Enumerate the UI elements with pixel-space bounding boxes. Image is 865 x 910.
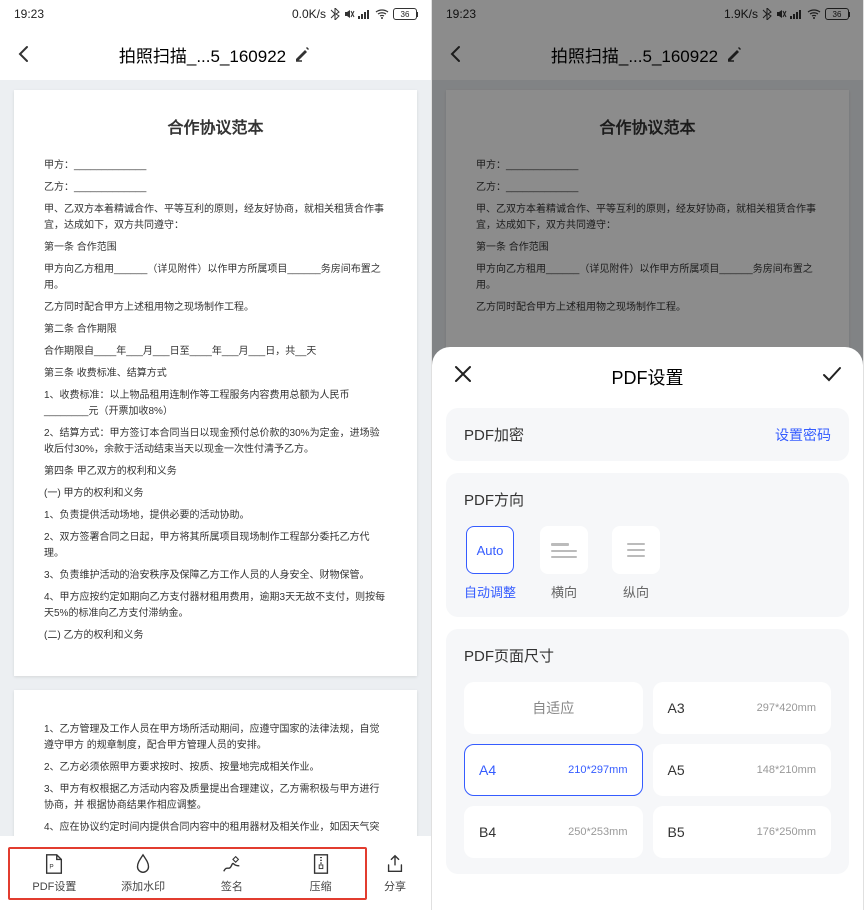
chevron-left-icon: [14, 44, 34, 64]
doc-line: 第三条 收费标准、结算方式: [44, 366, 387, 382]
card-pagesize: PDF页面尺寸 自适应 A3 297*420mm A4 210*297mm A5 148*2…: [446, 629, 849, 874]
orientation-box-icon: Auto: [466, 526, 514, 574]
bottom-bar: P PDF设置 添加水印 签名 压缩 分享: [4, 840, 427, 906]
pagesize-a3[interactable]: A3 297*420mm: [653, 682, 832, 734]
page-title: 拍照扫描_...5_160922: [36, 42, 395, 67]
orientation-option-label: 纵向: [623, 582, 649, 601]
battery-icon: 36: [393, 8, 417, 20]
confirm-button[interactable]: [821, 363, 843, 390]
sign-icon: [221, 853, 243, 875]
doc-page-1: 合作协议范本 甲方：_____________乙方：_____________甲…: [14, 90, 417, 676]
doc-line: 2、乙方必须依照甲方要求按时、按质、按量地完成相关作业。: [44, 760, 387, 776]
status-bar: 19:23 0.0K/s 36: [0, 0, 431, 28]
bb-watermark[interactable]: 添加水印: [99, 853, 188, 894]
pagesize-name: A4: [479, 762, 496, 778]
pagesize-name: A3: [668, 700, 685, 716]
pagesize-dim: 250*253mm: [568, 826, 627, 838]
pagesize-b4[interactable]: B4 250*253mm: [464, 806, 643, 858]
bb-share[interactable]: 分享: [367, 853, 423, 894]
header-bar: 拍照扫描_...5_160922: [0, 28, 431, 80]
pagesize-dim: 210*297mm: [568, 764, 627, 776]
orientation-option-label: 横向: [551, 582, 577, 601]
doc-line: 4、应在协议约定时间内提供合同内容中的租用器材及相关作业，如因天气突变及不可抗力: [44, 820, 387, 836]
orientation-box-icon: [612, 526, 660, 574]
back-button[interactable]: [12, 42, 36, 66]
bb-signature[interactable]: 签名: [188, 853, 277, 894]
pagesize-auto[interactable]: 自适应: [464, 682, 643, 734]
share-icon: [384, 853, 406, 875]
pagesize-dim: 148*210mm: [757, 764, 816, 776]
doc-line: 2、结算方式：甲方签订本合同当日以现金预付总价款的30%为定金，进场验收后付30…: [44, 426, 387, 458]
orientation-option-label: 自动调整: [464, 582, 516, 601]
bb-compress[interactable]: 压缩: [276, 853, 365, 894]
check-icon: [821, 363, 843, 385]
close-icon: [452, 363, 474, 385]
encrypt-label: PDF加密: [464, 424, 524, 445]
doc-line: 甲、乙双方本着精诚合作、平等互利的原则，经友好协商，就相关租赁合作事宜，达成如下…: [44, 202, 387, 234]
card-encrypt: PDF加密 设置密码: [446, 408, 849, 461]
doc-line: 乙方：_____________: [44, 180, 387, 196]
pagesize-dim: 297*420mm: [757, 702, 816, 714]
wifi-icon: [375, 9, 389, 19]
pagesize-label: PDF页面尺寸: [464, 645, 831, 666]
doc-line: (二) 乙方的权利和义务: [44, 628, 387, 644]
bluetooth-icon: [330, 8, 340, 20]
svg-text:P: P: [50, 863, 54, 870]
pagesize-b5[interactable]: B5 176*250mm: [653, 806, 832, 858]
status-net: 0.0K/s: [292, 7, 326, 21]
doc-line: 合作期限自____年___月___日至____年___月___日，共__天: [44, 344, 387, 360]
doc-line: 第四条 甲乙双方的权利和义务: [44, 464, 387, 480]
status-time: 19:23: [14, 7, 44, 21]
doc-line: 第一条 合作范围: [44, 240, 387, 256]
doc-title: 合作协议范本: [44, 116, 387, 142]
doc-body-2: 1、乙方管理及工作人员在甲方场所活动期间，应遵守国家的法律法规，自觉遵守甲方 的…: [44, 722, 387, 836]
pagesize-a4[interactable]: A4 210*297mm: [464, 744, 643, 796]
doc-line: 3、甲方有权根据乙方活动内容及质量提出合理建议，乙方需积极与甲方进行协商，并 根…: [44, 782, 387, 814]
doc-line: 1、乙方管理及工作人员在甲方场所活动期间，应遵守国家的法律法规，自觉遵守甲方 的…: [44, 722, 387, 754]
close-button[interactable]: [452, 363, 474, 390]
pdf-icon: P: [43, 853, 65, 875]
orientation-label: PDF方向: [464, 489, 831, 510]
phone-right: 19:23 1.9K/s 36 拍照扫描_...5_160922 合作协议范本 …: [432, 0, 864, 910]
doc-line: 3、负责维护活动的治安秩序及保障乙方工作人员的人身安全、财物保管。: [44, 568, 387, 584]
encrypt-set-password[interactable]: 设置密码: [775, 425, 831, 445]
pagesize-a5[interactable]: A5 148*210mm: [653, 744, 832, 796]
doc-line: 1、负责提供活动场地，提供必要的活动协助。: [44, 508, 387, 524]
doc-line: 乙方同时配合甲方上述租用物之现场制作工程。: [44, 300, 387, 316]
pagesize-name: B4: [479, 824, 496, 840]
doc-body: 甲方：_____________ 乙方：_____________ 甲、乙双方本着精…: [44, 158, 387, 644]
orientation-option-h[interactable]: 横向: [540, 526, 588, 601]
bb-pdf-settings[interactable]: P PDF设置: [10, 853, 99, 894]
card-orientation: PDF方向 Auto 自动调整 横向 纵向: [446, 473, 849, 617]
orientation-option-v[interactable]: 纵向: [612, 526, 660, 601]
status-icons: [330, 8, 389, 20]
water-icon: [132, 853, 154, 875]
compress-icon: [310, 853, 332, 875]
mute-icon: [343, 8, 355, 20]
pagesize-name: B5: [668, 824, 685, 840]
doc-line: 甲方向乙方租用______（详见附件）以作甲方所属项目______务房间布置之用…: [44, 262, 387, 294]
pdf-settings-sheet: PDF设置 PDF加密 设置密码 PDF方向 Auto 自动调整 横向 纵向 PDF页…: [432, 347, 863, 910]
bottom-bar-main: P PDF设置 添加水印 签名 压缩: [8, 847, 367, 900]
doc-page-2: 1、乙方管理及工作人员在甲方场所活动期间，应遵守国家的法律法规，自觉遵守甲方 的…: [14, 690, 417, 836]
doc-line: 4、甲方应按约定如期向乙方支付器材租用费用，逾期3天无故不支付，则按每天5%的标…: [44, 590, 387, 622]
doc-line: 第二条 合作期限: [44, 322, 387, 338]
orientation-box-icon: [540, 526, 588, 574]
edit-icon[interactable]: [294, 45, 312, 63]
doc-area[interactable]: 合作协议范本 甲方：_____________乙方：_____________甲…: [0, 80, 431, 836]
doc-line: (一) 甲方的权利和义务: [44, 486, 387, 502]
orientation-option-auto[interactable]: Auto 自动调整: [464, 526, 516, 601]
doc-line: 1、收费标准：以上物品租用连制作等工程服务内容费用总额为人民币________元…: [44, 388, 387, 420]
sheet-title: PDF设置: [612, 364, 684, 390]
pagesize-name: A5: [668, 762, 685, 778]
doc-line: 2、双方签署合同之日起，甲方将其所属项目现场制作工程部分委托乙方代理。: [44, 530, 387, 562]
doc-line: 甲方：_____________: [44, 158, 387, 174]
phone-left: 19:23 0.0K/s 36 拍照扫描_...5_160922 合作协议范本 …: [0, 0, 432, 910]
pagesize-dim: 176*250mm: [757, 826, 816, 838]
signal-icon: [358, 9, 372, 19]
